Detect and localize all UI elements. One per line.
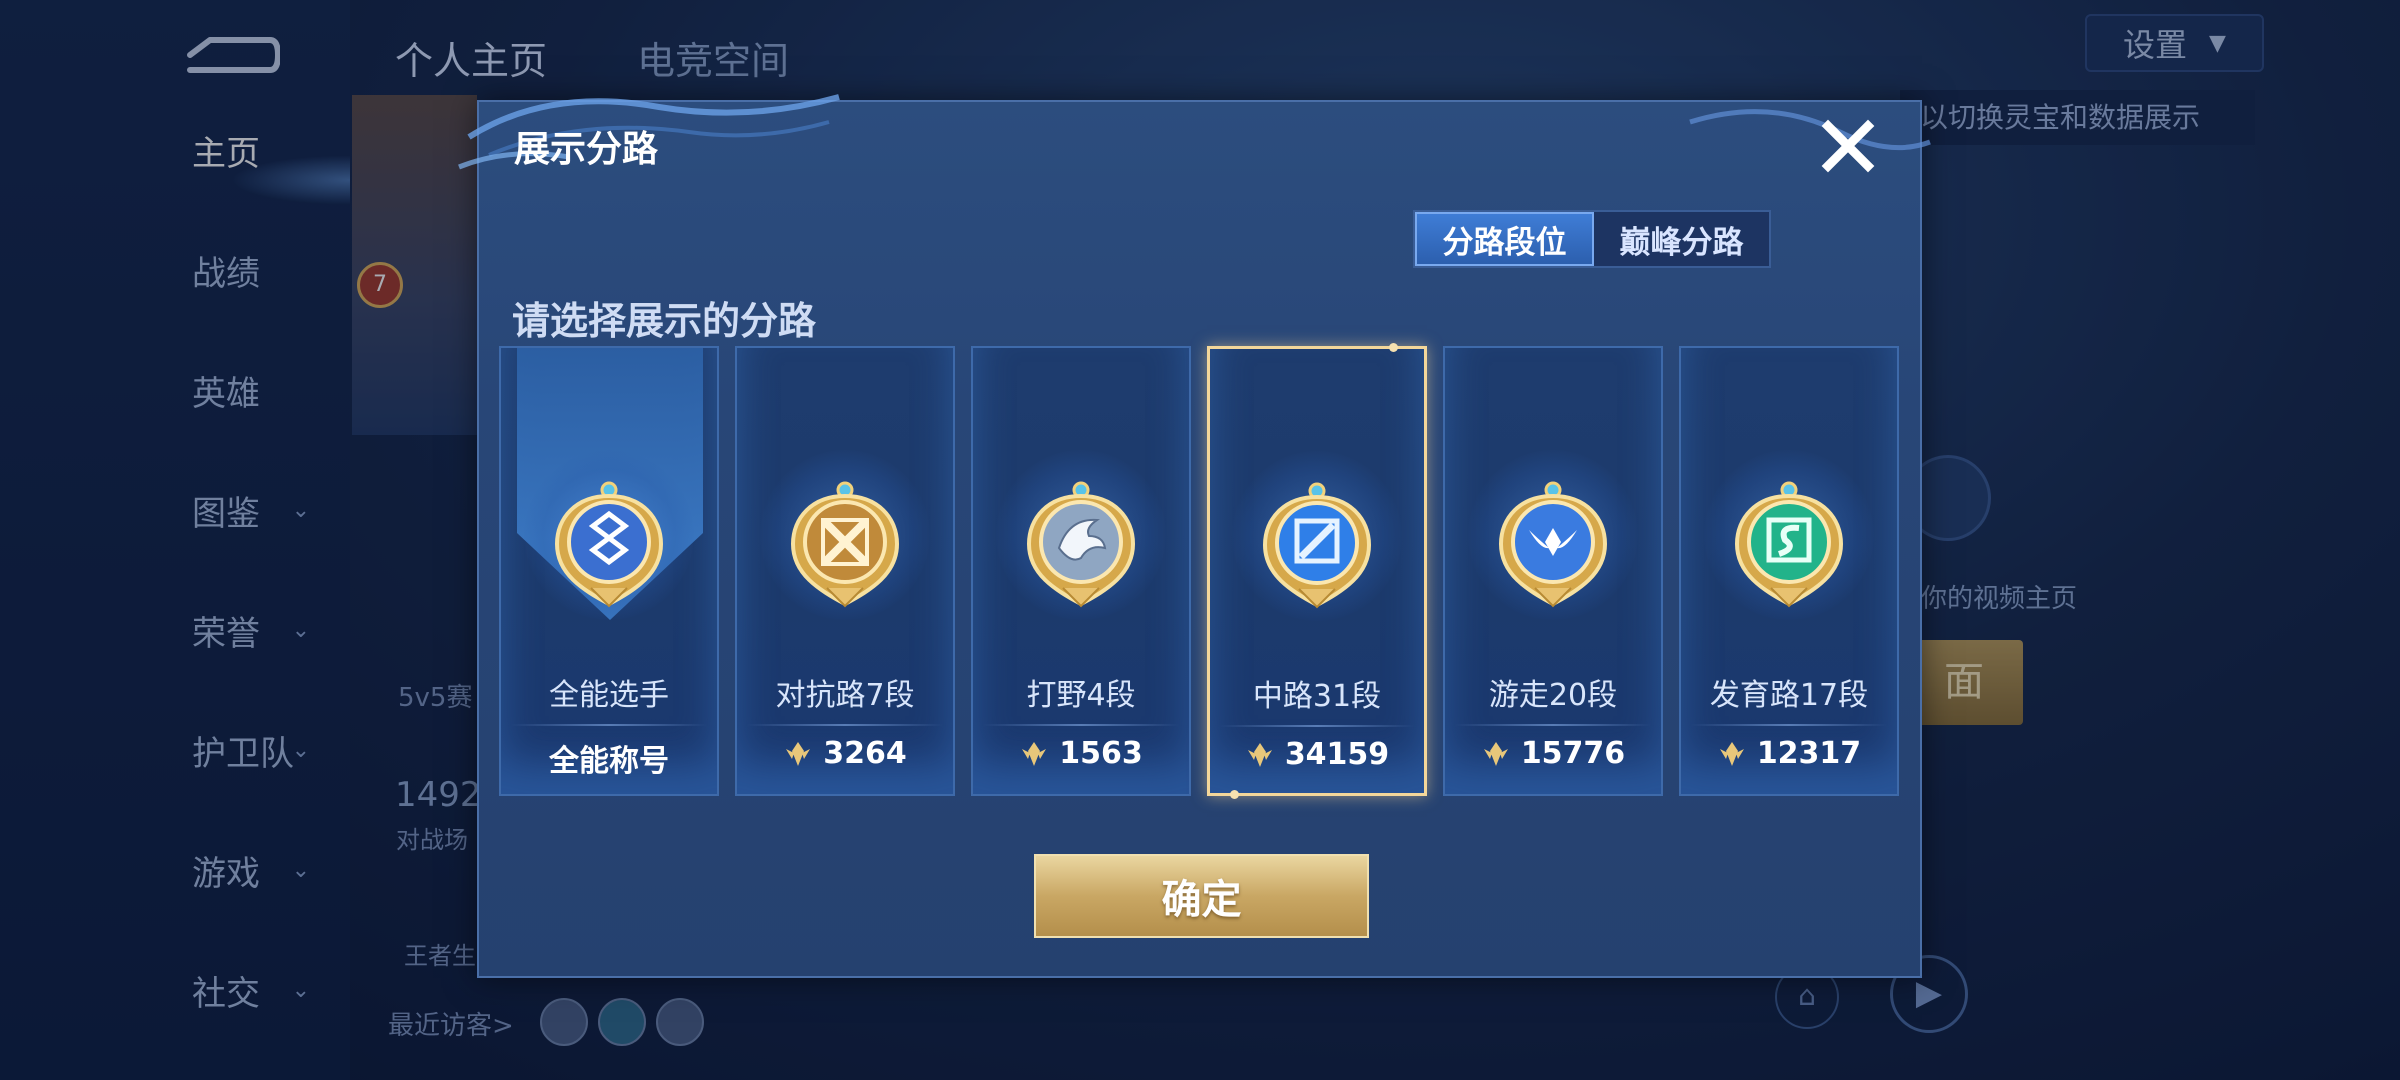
lane-card-value: 3264 [823,736,907,771]
lane-card-score: 34159 [1210,737,1424,772]
all-round-badge-icon [547,478,671,612]
lane-card[interactable]: 游走20段 15776 [1443,346,1663,796]
power-score-icon [1247,742,1272,767]
lane-card-name: 对抗路7段 [775,678,915,713]
lane-card-score: 15776 [1445,736,1661,771]
divider [747,724,943,726]
power-score-icon [1022,741,1047,766]
farm-lane-badge-icon [1727,478,1851,612]
cloud-ornament-icon [1689,109,1931,151]
lane-card-value: 15776 [1520,736,1626,771]
power-score-icon [786,741,811,766]
divider [511,724,707,726]
dialog-title: 展示分路 [514,129,659,170]
lane-card-score: 1563 [973,736,1189,771]
clash-lane-badge-icon [783,478,907,612]
roam-badge-icon [1491,478,1615,612]
lane-card-score: 全能称号 [501,736,717,780]
lane-card[interactable]: 中路31段 34159 [1207,343,1427,799]
lane-card-value: 34159 [1284,737,1390,772]
close-button[interactable] [1816,114,1880,178]
lane-card-name: 发育路17段 [1709,678,1869,713]
lane-card-value: 全能称号 [549,744,669,779]
lane-card-value: 1563 [1059,736,1143,771]
lane-card-name: 中路31段 [1252,679,1382,714]
lane-card[interactable]: 打野4段 1563 [971,346,1191,796]
close-icon [1821,119,1875,173]
lane-card-name: 打野4段 [1026,678,1136,713]
corner-dot [1230,790,1239,799]
divider [1691,724,1887,726]
lane-card-score: 12317 [1681,736,1897,771]
corner-dot [1389,343,1398,352]
toggle-peak-lane[interactable]: 巅峰分路 [1594,212,1769,266]
divider [983,724,1179,726]
lane-card-score: 3264 [737,736,953,771]
lane-card-list: 全能选手 全能称号 对抗路7段 3264 打野4段 1563 中路31段 34159 游走20段… [499,343,1899,799]
lane-card-value: 12317 [1756,736,1862,771]
lane-display-dialog: 展示分路 分路段位 巅峰分路 请选择展示的分路 全能选手 全能称号 对抗路7段 326… [458,94,1931,978]
toggle-lane-rank[interactable]: 分路段位 [1415,212,1594,266]
lane-card[interactable]: 全能选手 全能称号 [499,346,719,796]
lane-card-name: 全能选手 [549,678,669,713]
lane-type-toggle: 分路段位 巅峰分路 [1413,210,1771,268]
mid-lane-badge-icon [1255,479,1379,613]
lane-card[interactable]: 对抗路7段 3264 [735,346,955,796]
divider [1455,724,1651,726]
lane-card-name: 游走20段 [1488,678,1618,713]
jungle-badge-icon [1019,478,1143,612]
section-title: 请选择展示的分路 [512,299,817,343]
divider [1220,725,1414,727]
confirm-button[interactable]: 确定 [1034,854,1369,938]
power-score-icon [1719,741,1744,766]
power-score-icon [1483,741,1508,766]
lane-card[interactable]: 发育路17段 12317 [1679,346,1899,796]
